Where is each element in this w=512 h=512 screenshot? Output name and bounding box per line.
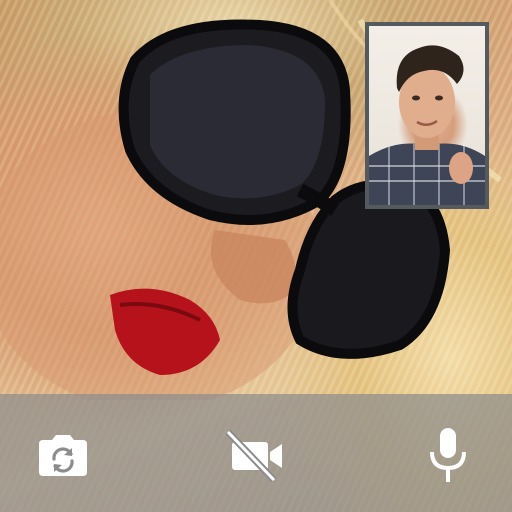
- switch-camera-button[interactable]: [31, 424, 95, 488]
- video-off-icon: [225, 430, 282, 482]
- microphone-icon: [430, 428, 466, 482]
- self-view-image: [369, 45, 485, 205]
- self-view-thumbnail[interactable]: [365, 22, 489, 209]
- video-call-screen: [0, 0, 512, 512]
- microphone-button[interactable]: [416, 424, 480, 488]
- video-toggle-button[interactable]: [224, 424, 288, 488]
- camera-switch-icon: [39, 435, 87, 476]
- call-control-bar: [0, 394, 512, 512]
